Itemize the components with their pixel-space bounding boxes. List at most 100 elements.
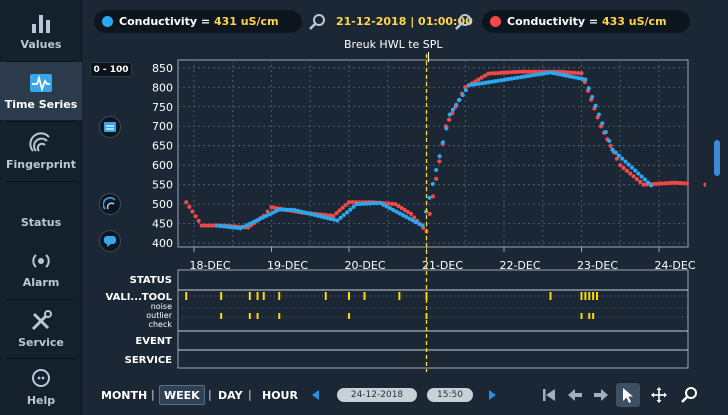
data-point-blue (348, 207, 353, 212)
outlier-mark (588, 313, 591, 319)
sidebar-item-fingerprint[interactable]: Fingerprint (0, 122, 82, 180)
zoom-icon[interactable] (454, 12, 474, 32)
data-point-red (193, 214, 198, 219)
outlier-mark (220, 313, 223, 319)
readout-equals: = (197, 15, 214, 28)
y-tick-label: 500 (152, 198, 173, 211)
outlier-mark (592, 313, 595, 319)
data-point-blue (649, 183, 654, 188)
sidebar-item-help[interactable]: Help (0, 358, 82, 415)
data-point-blue (460, 92, 465, 98)
validation-mark (584, 292, 587, 300)
cursor-datetime: 21-12-2018 | 01:00:00 (336, 15, 473, 28)
y-tick-label: 450 (152, 218, 173, 231)
data-point-red (624, 168, 629, 173)
data-point-blue (335, 218, 340, 223)
data-point-blue (434, 167, 439, 173)
select-tool-button[interactable] (616, 383, 640, 407)
y-tick-label: 400 (152, 237, 173, 250)
sidebar-item-values[interactable]: Values (0, 2, 82, 60)
sidebar-item-label: Status (20, 215, 62, 229)
readout-label: Conductivity (507, 15, 586, 28)
sidebar-item-label: Help (26, 393, 56, 407)
y-tick-label: 600 (152, 159, 173, 172)
data-point-red (434, 176, 439, 181)
timescale-month-button[interactable]: MONTH (101, 385, 147, 405)
sidebar-nav: Values Time Series Fingerprint Status Al… (0, 0, 82, 415)
data-point-red (628, 171, 633, 176)
plot-area (177, 59, 689, 248)
next-period-arrow[interactable] (489, 390, 496, 400)
data-point-blue (626, 162, 631, 167)
previous-period-arrow[interactable] (312, 390, 319, 400)
y-tick-label: 550 (152, 179, 173, 192)
bar-chart-icon (32, 14, 50, 33)
help-chat-icon (32, 368, 50, 387)
go-to-start-button[interactable] (537, 383, 561, 407)
broadcast-icon (32, 253, 50, 268)
y-tick-label: 750 (152, 101, 173, 114)
data-point-blue (607, 138, 612, 143)
zoom-icon[interactable] (308, 12, 328, 32)
validation-mark (278, 292, 281, 300)
data-point-red (437, 159, 442, 164)
event-panel (177, 269, 689, 369)
time-field[interactable]: 15:50 (427, 388, 473, 402)
data-point-blue (620, 156, 625, 161)
cursor-arrow-icon (623, 388, 633, 403)
time-series-chart[interactable]: 40045050055060065070075080085018-DEC 19-D… (82, 32, 706, 372)
pan-tool-button[interactable] (647, 383, 671, 407)
timescale-day-button[interactable]: DAY (218, 385, 243, 405)
validation-mark (348, 292, 350, 300)
tools-icon (31, 309, 52, 330)
separator: | (151, 388, 155, 401)
y-tick-label: 850 (152, 62, 173, 75)
scrollbar[interactable] (714, 140, 720, 176)
validation-mark (398, 292, 401, 300)
data-point-red (187, 204, 192, 209)
data-point-red (196, 218, 201, 223)
data-point-red (618, 163, 623, 168)
validation-mark (248, 292, 251, 300)
sidebar-item-service[interactable]: Service (0, 300, 82, 358)
readout-equals: = (585, 15, 602, 28)
arrow-right-icon (594, 389, 608, 401)
sidebar-item-label: Fingerprint (5, 157, 77, 171)
step-back-button[interactable] (563, 383, 587, 407)
data-point-blue (351, 204, 356, 209)
sidebar-item-label: Alarm (22, 275, 60, 289)
zoom-tool-button[interactable] (677, 383, 701, 407)
validation-mark (363, 292, 366, 300)
data-point-blue (444, 126, 449, 131)
validation-mark (596, 292, 598, 300)
validation-mark (549, 292, 552, 300)
data-point-red (427, 211, 432, 216)
sidebar-item-alarm[interactable]: Alarm (0, 240, 82, 298)
data-point-blue (338, 215, 343, 220)
sidebar-item-time-series[interactable]: Time Series (0, 62, 82, 120)
data-point-blue (463, 88, 468, 93)
data-point-red (634, 177, 639, 182)
right-readout: Conductivity = 433 uS/cm (482, 10, 690, 33)
data-point-blue (454, 102, 459, 107)
sidebar-item-label: Values (20, 37, 62, 51)
validation-mark (324, 292, 327, 300)
data-point-red (190, 209, 195, 214)
data-point-red (608, 143, 613, 148)
y-tick-label: 800 (152, 81, 173, 94)
event-row-label: outlier (146, 311, 172, 320)
magnifier-icon (681, 387, 697, 403)
readout-value: 433 uS/cm (601, 15, 667, 28)
data-point-blue (636, 171, 641, 176)
date-field[interactable]: 24-12-2018 (337, 388, 417, 402)
timescale-hour-button[interactable]: HOUR (262, 385, 298, 405)
validation-mark (185, 292, 188, 300)
outlier-mark (348, 313, 350, 319)
validation-mark (588, 292, 591, 300)
timescale-week-button[interactable]: WEEK (159, 385, 205, 405)
data-point-red (408, 211, 414, 216)
outlier-mark (278, 313, 281, 319)
data-point-red (638, 179, 643, 184)
step-forward-button[interactable] (589, 383, 613, 407)
move-icon (651, 387, 667, 403)
